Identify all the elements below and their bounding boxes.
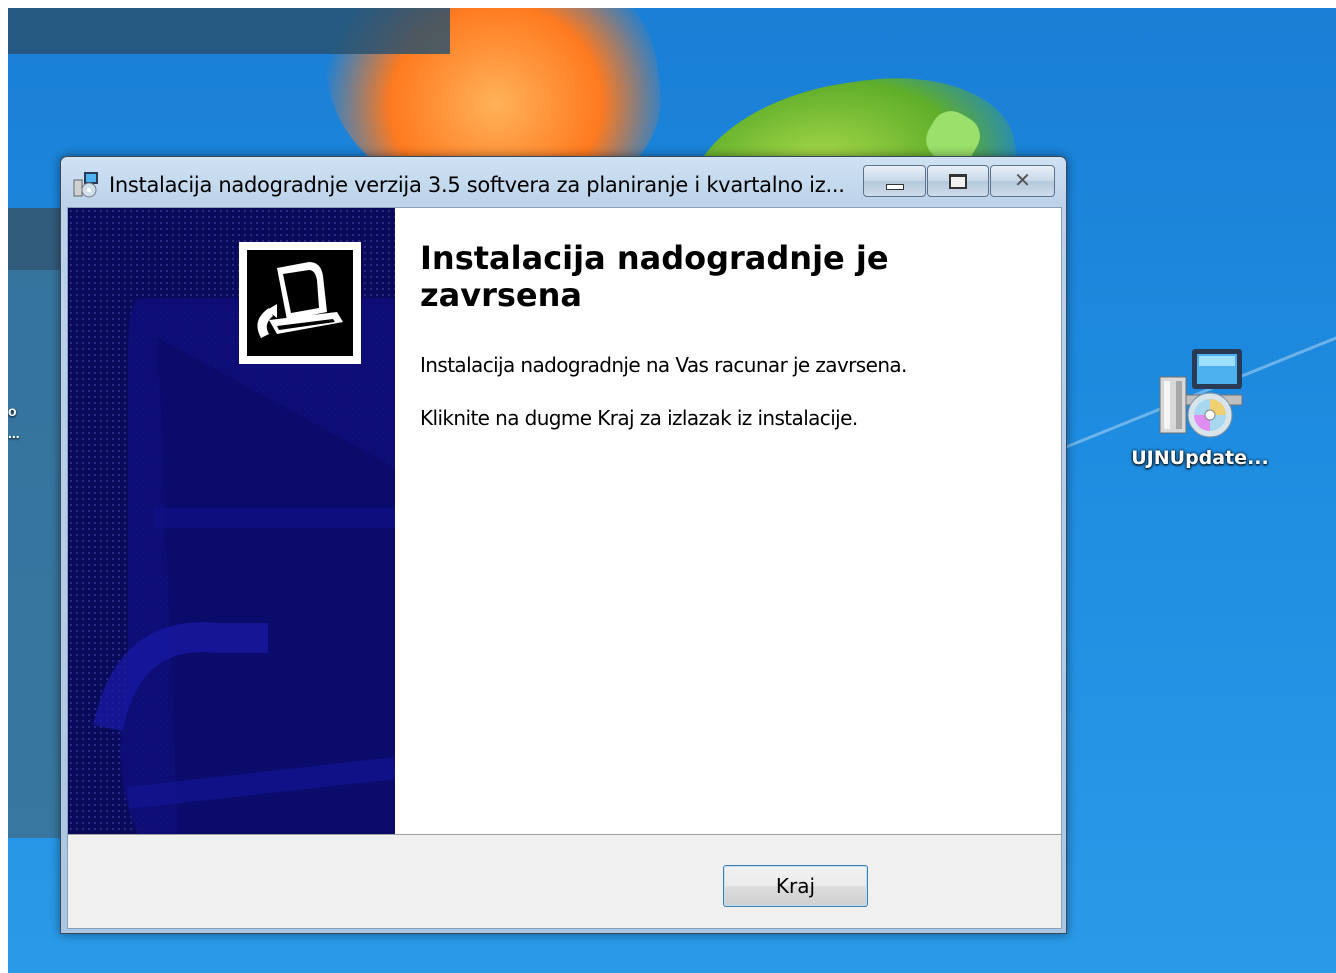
wizard-footer: Kraj [68,834,1061,928]
setup-package-icon [1152,345,1248,441]
finish-button[interactable]: Kraj [723,865,868,907]
minimize-icon[interactable] [863,165,926,197]
background-window-left-top [8,208,68,270]
completion-message: Instalacija nadogradnje na Vas racunar j… [420,353,907,377]
setup-logo [239,242,361,364]
background-window-edge [8,8,450,54]
title-bar[interactable]: Instalacija nadogradnje verzija 3.5 soft… [61,157,1066,207]
desktop-icon-label: UJNUpdate... [1131,447,1269,469]
exit-instruction: Kliknite na dugme Kraj za izlazak iz ins… [420,406,858,430]
setup-computer-icon [257,262,343,338]
wizard-content: Instalacija nadogradnje je zavrsena Inst… [395,208,1061,834]
wizard-client-area: Instalacija nadogradnje je zavrsena Inst… [67,207,1062,929]
installer-icon [72,170,100,198]
background-window-left [8,208,68,838]
installer-window: Instalacija nadogradnje verzija 3.5 soft… [60,156,1067,934]
close-glyph: ✕ [1014,168,1031,192]
maximize-icon[interactable] [927,165,989,197]
desktop-icon-ujnupdate[interactable]: UJNUpdate... [1125,345,1275,469]
wizard-side-image [68,208,395,834]
window-title: Instalacija nadogradnje verzija 3.5 soft… [109,173,845,197]
desktop-icon-label-partial[interactable]: o ... [8,400,20,444]
page-title: Instalacija nadogradnje je zavrsena [420,239,889,314]
close-icon[interactable]: ✕ [990,165,1055,197]
